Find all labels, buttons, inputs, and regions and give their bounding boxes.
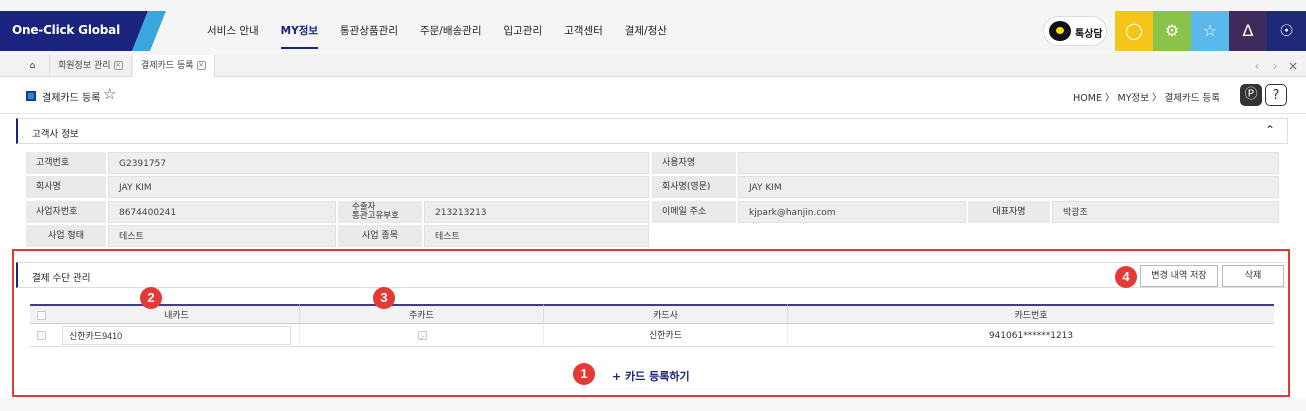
- chevron-right-icon: ›: [1272, 59, 1278, 73]
- chat-bubble-icon: [1049, 21, 1071, 41]
- tab-payment-card[interactable]: 결제카드 등록 ×: [133, 55, 215, 77]
- tab-strip: ⌂ 회원정보 관리 × 결제카드 등록 × ‹ › ×: [0, 55, 1306, 77]
- customs-code-label-line2: 통관고유부호: [352, 211, 399, 221]
- company-label: 회사명: [26, 176, 106, 198]
- favorite-star-icon[interactable]: ☆: [103, 85, 116, 103]
- company-en-field: JAY KIM: [738, 176, 1279, 198]
- bell-icon: ∆: [1242, 21, 1254, 40]
- page-title-icon: [26, 91, 36, 101]
- customs-code-label: 수출자 통관고유부호: [338, 201, 422, 223]
- main-menu: 서비스 안내 MY정보 통관상품관리 주문/배송관리 입고관리 고객센터 결제/…: [196, 11, 678, 51]
- delete-button[interactable]: 삭제: [1222, 265, 1284, 287]
- nav-item-customer-center[interactable]: 고객센터: [553, 11, 614, 51]
- add-card-button[interactable]: + 카드 등록하기: [612, 368, 690, 384]
- annotation-badge-4: 4: [1115, 266, 1137, 288]
- tab-label: 회원정보 관리: [58, 61, 111, 71]
- close-icon[interactable]: ×: [196, 61, 206, 70]
- star-icon: ☆: [1202, 21, 1218, 40]
- ceo-field: 박광조: [1052, 201, 1279, 223]
- chat-consult-label: 톡상담: [1075, 29, 1103, 40]
- biz-item-field: 테스트: [424, 225, 649, 247]
- table-row-main-card: [299, 325, 543, 350]
- search-button[interactable]: ◯: [1115, 11, 1153, 51]
- user-button[interactable]: ☉: [1267, 11, 1306, 51]
- help-icon: ?: [1272, 88, 1280, 103]
- user-name-field: [738, 152, 1279, 174]
- select-all-checkbox[interactable]: [37, 311, 46, 320]
- select-all-header: [30, 304, 54, 324]
- favorites-button[interactable]: ☆: [1191, 11, 1229, 51]
- nav-item-my-info[interactable]: MY정보: [270, 11, 329, 51]
- nav-item-receiving[interactable]: 입고관리: [492, 11, 553, 51]
- settings-button[interactable]: ⚙: [1153, 11, 1191, 51]
- user-icon: ☉: [1279, 21, 1294, 40]
- page-footer-band: [0, 398, 1306, 411]
- alarm-button[interactable]: ∆: [1229, 11, 1267, 51]
- company-field: JAY KIM: [108, 176, 649, 198]
- customer-no-label: 고객번호: [26, 152, 106, 174]
- column-header-my-card: 내카드: [54, 304, 299, 324]
- column-header-card-number: 카드번호: [787, 304, 1274, 324]
- annotation-badge-2: 2: [140, 287, 162, 309]
- annotation-badge-3: 3: [373, 287, 395, 309]
- customer-info-header[interactable]: 고객사 정보 ⌃: [16, 118, 1288, 144]
- biz-no-field: 8674400241: [108, 201, 336, 223]
- biz-no-label: 사업자번호: [26, 201, 106, 223]
- tab-close-all-button[interactable]: ×: [1284, 55, 1302, 77]
- email-field: kjpark@hanjin.com: [738, 201, 966, 223]
- column-header-issuer: 카드사: [543, 304, 787, 324]
- tab-label: 결제카드 등록: [141, 61, 194, 71]
- user-name-label: 사용자명: [652, 152, 736, 174]
- tab-home[interactable]: ⌂: [16, 55, 50, 77]
- chat-consult-button[interactable]: 톡상담: [1043, 16, 1107, 46]
- top-navigation-bar: One-Click Global 서비스 안내 MY정보 통관상품관리 주문/배…: [0, 0, 1306, 62]
- home-icon: ⌂: [29, 61, 36, 71]
- table-row-select: [30, 325, 54, 347]
- biz-type-field: 테스트: [108, 225, 336, 247]
- section-title: 결제 수단 관리: [32, 273, 91, 284]
- copy-icon: Ⓟ: [1244, 87, 1258, 102]
- customs-code-field: 213213213: [424, 201, 649, 223]
- copy-button[interactable]: Ⓟ: [1240, 84, 1262, 106]
- tab-next-button[interactable]: ›: [1266, 55, 1284, 77]
- nav-item-service-guide[interactable]: 서비스 안내: [196, 11, 270, 51]
- logo[interactable]: One-Click Global: [0, 11, 180, 51]
- company-en-label: 회사명(영문): [652, 176, 736, 198]
- close-icon[interactable]: ×: [113, 61, 123, 70]
- chevron-up-icon[interactable]: ⌃: [1265, 123, 1275, 137]
- ceo-label: 대표자명: [968, 201, 1050, 223]
- nav-item-customs-products[interactable]: 통관상품관리: [329, 11, 409, 51]
- column-header-main-card: 주카드: [299, 304, 543, 324]
- tab-prev-button[interactable]: ‹: [1248, 55, 1266, 77]
- page-title: 결제카드 등록: [42, 93, 101, 104]
- table-row-issuer: 신한카드: [543, 325, 787, 347]
- biz-type-label: 사업 형태: [26, 225, 106, 247]
- nav-item-order-delivery[interactable]: 주문/배송관리: [409, 11, 493, 51]
- nav-item-payment-settlement[interactable]: 결제/정산: [614, 11, 678, 51]
- close-icon: ×: [1287, 59, 1299, 73]
- search-icon: ◯: [1125, 21, 1143, 40]
- annotation-badge-1: 1: [573, 363, 595, 385]
- breadcrumb: HOME 〉 MY정보 〉 결제카드 등록: [1073, 93, 1220, 104]
- email-label: 이메일 주소: [652, 201, 736, 223]
- biz-item-label: 사업 종목: [338, 225, 422, 247]
- save-changes-button[interactable]: 변경 내역 저장: [1140, 265, 1218, 287]
- tab-member-info[interactable]: 회원정보 관리 ×: [50, 55, 132, 77]
- chevron-left-icon: ‹: [1254, 59, 1260, 73]
- customer-no-field: G2391757: [108, 152, 649, 174]
- my-card-name-input[interactable]: [62, 326, 291, 345]
- logo-text: One-Click Global: [12, 23, 120, 37]
- gear-icon: ⚙: [1164, 21, 1180, 40]
- help-button[interactable]: ?: [1265, 84, 1287, 106]
- section-title: 고객사 정보: [32, 129, 79, 140]
- table-row-card-number: 941061******1213: [787, 325, 1274, 347]
- main-card-checkbox[interactable]: [418, 328, 427, 350]
- payment-method-header: 결제 수단 관리: [16, 262, 1286, 288]
- row-checkbox[interactable]: [37, 331, 46, 340]
- page-header: 결제카드 등록 ☆ HOME 〉 MY정보 〉 결제카드 등록 Ⓟ ?: [0, 78, 1306, 114]
